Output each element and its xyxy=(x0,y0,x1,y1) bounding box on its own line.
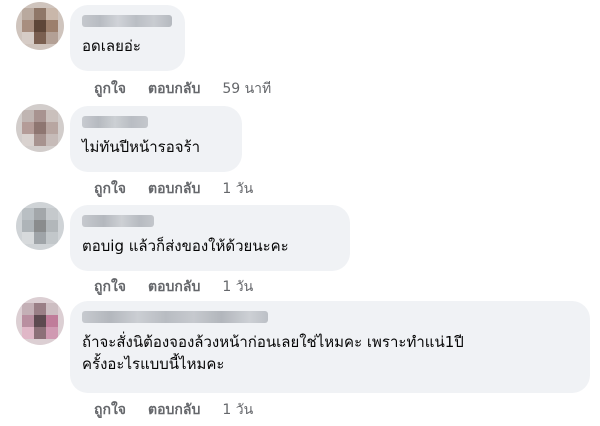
like-button[interactable]: ถูกใจ xyxy=(94,181,126,197)
reply-button[interactable]: ตอบกลับ xyxy=(148,402,200,418)
commenter-name-blurred[interactable] xyxy=(82,215,154,227)
commenter-avatar[interactable] xyxy=(16,202,64,250)
commenter-avatar[interactable] xyxy=(16,2,64,50)
commenter-avatar[interactable] xyxy=(16,104,64,152)
commenter-name-blurred[interactable] xyxy=(82,116,148,128)
commenter-name-blurred[interactable] xyxy=(82,311,268,323)
comment-timestamp[interactable]: 1 วัน xyxy=(222,402,253,418)
comment-text: ตอบig แล้วก็ส่งของให้ด้วยนะคะ xyxy=(82,237,289,255)
comment-bubble: ถ้าจะสั่งนิต้องจองล้วงหน้าก่อนเลยใช่ไหมค… xyxy=(70,301,590,393)
comment-timestamp[interactable]: 59 นาที xyxy=(222,81,271,97)
comment-text: ไม่ทันปีหน้ารอจร้า xyxy=(82,138,200,156)
reply-button[interactable]: ตอบกลับ xyxy=(148,81,200,97)
comment-actions: ถูกใจ ตอบกลับ 1 วัน xyxy=(94,180,253,198)
comment-bubble: ไม่ทันปีหน้ารอจร้า xyxy=(70,106,242,172)
comment-text: ถ้าจะสั่งนิต้องจองล้วงหน้าก่อนเลยใช่ไหมค… xyxy=(82,333,464,373)
reply-button[interactable]: ตอบกลับ xyxy=(148,181,200,197)
commenter-name-blurred[interactable] xyxy=(82,15,172,27)
commenter-avatar[interactable] xyxy=(16,297,64,345)
comment-timestamp[interactable]: 1 วัน xyxy=(222,279,253,295)
comment-bubble: อดเลยอ่ะ xyxy=(70,5,185,71)
comment-actions: ถูกใจ ตอบกลับ 59 นาที xyxy=(94,80,271,98)
reply-button[interactable]: ตอบกลับ xyxy=(148,279,200,295)
comment-text: อดเลยอ่ะ xyxy=(82,37,141,55)
like-button[interactable]: ถูกใจ xyxy=(94,81,126,97)
comment-timestamp[interactable]: 1 วัน xyxy=(222,181,253,197)
like-button[interactable]: ถูกใจ xyxy=(94,402,126,418)
comment-actions: ถูกใจ ตอบกลับ 1 วัน xyxy=(94,278,253,296)
comment-bubble: ตอบig แล้วก็ส่งของให้ด้วยนะคะ xyxy=(70,205,350,271)
like-button[interactable]: ถูกใจ xyxy=(94,279,126,295)
comment-actions: ถูกใจ ตอบกลับ 1 วัน xyxy=(94,401,253,419)
